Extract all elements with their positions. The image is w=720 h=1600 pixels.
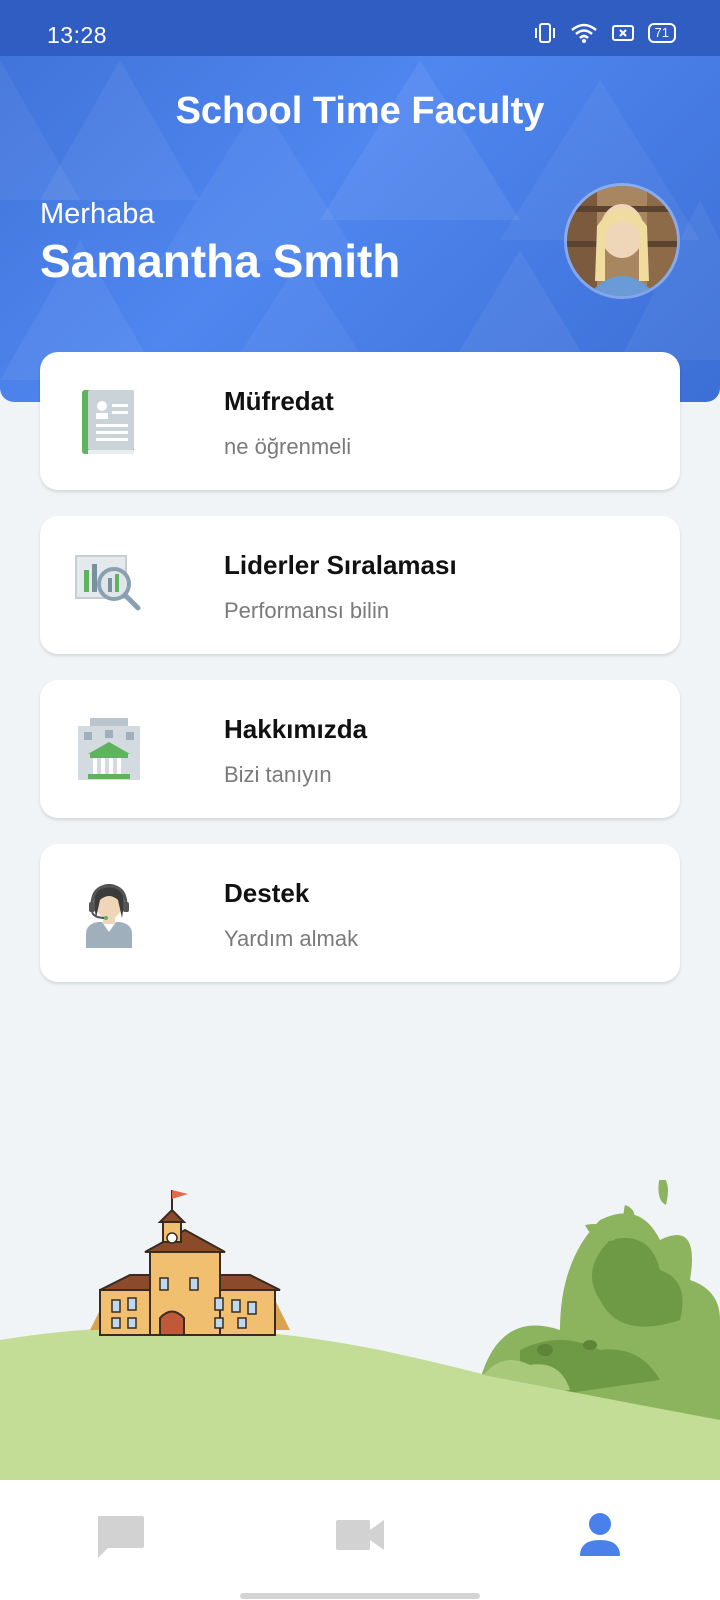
- chart-search-icon: [75, 555, 141, 611]
- school-building: [90, 1190, 290, 1336]
- vibrate-icon: [534, 23, 555, 43]
- nav-video[interactable]: [330, 1510, 390, 1560]
- user-name: Samantha Smith: [40, 235, 401, 287]
- menu-title: Liderler Sıralaması: [224, 550, 457, 580]
- menu-card-mufredat[interactable]: Müfredat ne öğrenmeli: [40, 352, 680, 490]
- avatar-image: [567, 186, 677, 296]
- menu-subtitle: Yardım almak: [224, 926, 359, 951]
- app-title: School Time Faculty: [175, 90, 545, 132]
- building-icon: [78, 718, 140, 780]
- status-time: 13:28: [47, 22, 108, 48]
- chat-icon: [98, 1516, 144, 1558]
- greeting-text: Merhaba: [40, 198, 155, 230]
- menu-title: Müfredat: [224, 386, 334, 416]
- menu-title: Hakkımızda: [224, 714, 368, 744]
- battery-icon: 71: [647, 23, 676, 43]
- status-icons: 71: [534, 22, 676, 44]
- menu-card-about[interactable]: Hakkımızda Bizi tanıyın: [40, 680, 680, 818]
- avatar[interactable]: [564, 183, 680, 299]
- status-bar: 13:28 71: [0, 0, 720, 56]
- nav-chat[interactable]: [90, 1510, 150, 1560]
- profile-icon: [580, 1513, 620, 1556]
- home-indicator[interactable]: [240, 1593, 480, 1599]
- menu-card-support[interactable]: Destek Yardım almak: [40, 844, 680, 982]
- support-agent-icon: [86, 884, 132, 948]
- menu-subtitle: Performansı bilin: [224, 598, 390, 623]
- nav-profile[interactable]: [570, 1510, 630, 1560]
- bottom-nav: [0, 1480, 720, 1600]
- book-icon: [82, 390, 134, 454]
- header: 13:28 71 School Time Faculty Merhaba Sam…: [0, 0, 720, 402]
- video-icon: [336, 1520, 384, 1550]
- menu-card-leaderboard[interactable]: Liderler Sıralaması Performansı bilin: [40, 516, 680, 654]
- sim-icon: [611, 25, 634, 41]
- menu-subtitle: Bizi tanıyın: [224, 762, 332, 787]
- wifi-icon: [570, 23, 597, 43]
- menu-subtitle: ne öğrenmeli: [224, 434, 352, 459]
- menu-title: Destek: [224, 878, 310, 908]
- school-landscape-illustration: [0, 1180, 720, 1480]
